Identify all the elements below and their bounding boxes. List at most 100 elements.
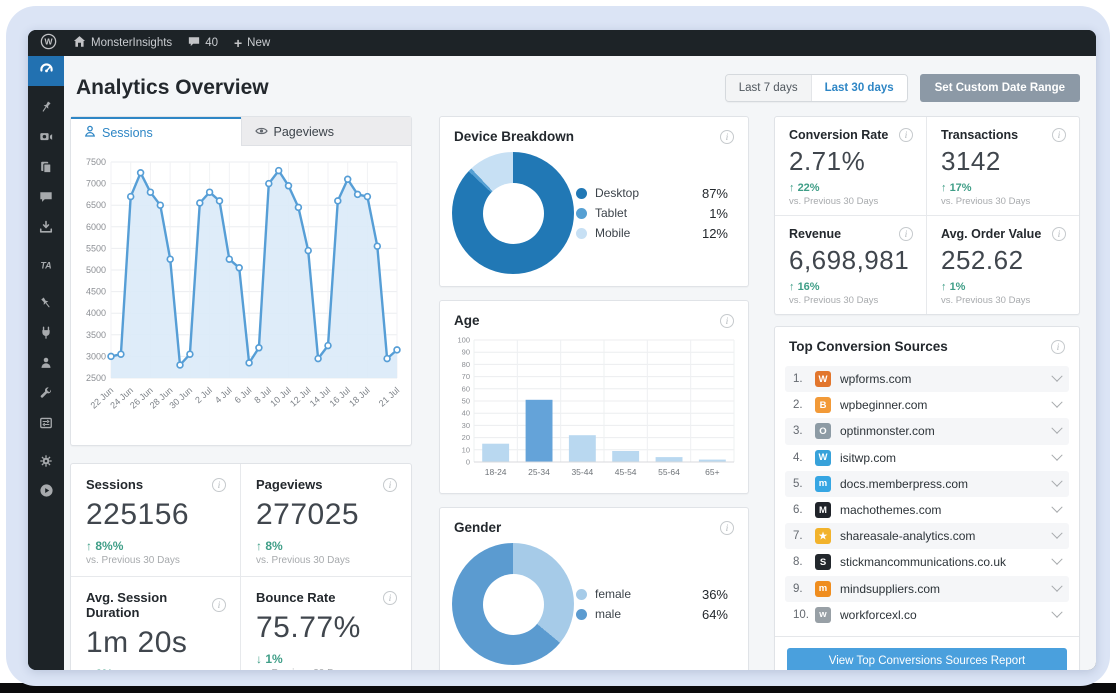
chevron-down-icon[interactable]	[1051, 422, 1063, 435]
info-icon[interactable]: i	[720, 129, 734, 144]
source-rank: 8.	[793, 556, 803, 569]
legend-dot	[576, 187, 587, 199]
svg-text:3000: 3000	[86, 351, 106, 361]
sidebar-item-ta[interactable]: TA	[28, 252, 64, 282]
legend-label: Desktop	[595, 186, 640, 200]
info-icon[interactable]: i	[1052, 128, 1066, 142]
svg-text:10 Jul: 10 Jul	[268, 385, 293, 409]
chevron-down-icon[interactable]	[1051, 580, 1063, 592]
info-icon[interactable]: i	[720, 520, 734, 535]
age-card: Age i 0 10 20 30 40 50 60 70 80 90 100 18-24 25-34 35…	[439, 300, 749, 494]
set-custom-date-range-button[interactable]: Set Custom Date Range	[919, 74, 1080, 102]
sidebar-item-media[interactable]	[28, 124, 64, 154]
kpi-delta: ↑ 8%	[256, 539, 283, 553]
svg-text:12 Jul: 12 Jul	[288, 385, 313, 409]
chevron-down-icon[interactable]	[1051, 553, 1063, 566]
info-icon[interactable]: i	[1051, 339, 1065, 354]
chevron-down-icon[interactable]	[1051, 396, 1063, 409]
site-menu[interactable]: MonsterInsights	[73, 35, 172, 51]
legend-value: 1%	[709, 205, 728, 221]
source-row[interactable]: 6. M machothemes.com	[785, 497, 1069, 523]
kpi-label: Sessions	[86, 477, 144, 492]
sidebar-item-comments[interactable]	[28, 184, 64, 214]
chevron-down-icon[interactable]	[1051, 370, 1063, 382]
source-rank: 5.	[793, 477, 803, 490]
device-donut-chart	[452, 152, 574, 274]
sources-list: 1. W wpforms.com 2. B wpbeginner.com 3. …	[785, 366, 1069, 628]
svg-text:40: 40	[462, 409, 470, 418]
source-row[interactable]: 1. W wpforms.com	[785, 366, 1069, 393]
sidebar-item-pages[interactable]	[28, 154, 64, 184]
info-icon[interactable]: i	[212, 477, 226, 492]
chevron-down-icon[interactable]	[1051, 606, 1063, 618]
source-row[interactable]: 7. ★ shareasale-analytics.com	[785, 523, 1069, 550]
chevron-down-icon[interactable]	[1051, 475, 1063, 487]
sources-footer: View Top Conversions Sources Report	[775, 635, 1079, 670]
downloads-icon	[39, 220, 53, 239]
tab-sessions[interactable]: Sessions	[71, 117, 241, 146]
info-icon[interactable]: i	[1052, 227, 1066, 241]
svg-text:4500: 4500	[86, 287, 106, 297]
kpi-delta: ↑ 16%	[789, 281, 820, 293]
last-30-days-button[interactable]: Last 30 days	[810, 75, 907, 101]
kpi-compare: vs. Previous 30 Days	[789, 295, 879, 306]
source-row[interactable]: 3. O optinmonster.com	[785, 418, 1069, 445]
source-row[interactable]: 2. B wpbeginner.com	[785, 392, 1069, 418]
view-top-conversions-report-button[interactable]: View Top Conversions Sources Report	[787, 647, 1067, 670]
content-area: Analytics Overview Last 7 days Last 30 d…	[64, 56, 1096, 670]
info-icon[interactable]: i	[212, 598, 226, 612]
chevron-down-icon[interactable]	[1051, 449, 1063, 461]
new-menu[interactable]: + New	[234, 36, 270, 50]
sidebar-item-monsterinsights[interactable]	[28, 56, 70, 86]
source-row[interactable]: 9. m mindsuppliers.com	[785, 575, 1069, 602]
svg-text:TA: TA	[40, 260, 51, 270]
sidebar-item-video[interactable]	[28, 478, 64, 508]
tools-icon	[39, 386, 53, 405]
source-row[interactable]: 4. W isitwp.com	[785, 445, 1069, 471]
info-icon[interactable]: i	[720, 313, 734, 328]
mindsuppliers-favicon: m	[815, 580, 831, 597]
sidebar-item-marketing[interactable]	[28, 290, 64, 320]
sidebar-item-users[interactable]	[28, 350, 64, 380]
chevron-down-icon[interactable]	[1051, 527, 1063, 540]
kpi-delta: ↑ 8%%	[86, 539, 124, 553]
svg-text:20: 20	[462, 433, 470, 442]
info-icon[interactable]: i	[383, 590, 397, 605]
sidebar-item-addons[interactable]	[28, 448, 64, 478]
source-row[interactable]: 8. S stickmancommunications.co.uk	[785, 549, 1069, 575]
info-icon[interactable]: i	[383, 477, 397, 492]
source-rank: 6.	[793, 504, 803, 517]
source-row[interactable]: 5. m docs.memberpress.com	[785, 470, 1069, 497]
svg-text:70: 70	[462, 372, 470, 381]
sidebar-item-tools[interactable]	[28, 380, 64, 410]
kpi-label: Revenue	[789, 227, 842, 241]
comments-menu[interactable]: 40	[188, 36, 218, 51]
card-title: Gender	[454, 520, 502, 535]
left-column: Sessions Pageviews 2500 3000 3500 4000 4500 5…	[70, 116, 412, 670]
wordpress-window: W MonsterInsights 40 + New TA Analytics …	[28, 30, 1096, 670]
sidebar-item-downloads[interactable]	[28, 214, 64, 244]
sidebar-item-settings[interactable]	[28, 410, 64, 440]
source-domain: wpforms.com	[840, 372, 912, 387]
source-row[interactable]: 10. w workforcexl.co	[785, 602, 1069, 628]
tab-pageviews[interactable]: Pageviews	[240, 117, 411, 146]
up-arrow-icon: ↑	[789, 182, 795, 194]
svg-text:2 Jul: 2 Jul	[193, 385, 214, 405]
info-icon[interactable]: i	[899, 227, 913, 241]
right-column: Conversion Rate i 2.71% ↑ 22% vs. Previou…	[774, 116, 1080, 670]
shareasale-favicon: ★	[815, 528, 831, 545]
source-rank: 10.	[793, 608, 809, 621]
kpi-compare: vs. Previous 30 Days	[941, 295, 1031, 306]
down-arrow-icon: ↓	[256, 652, 262, 666]
last-7-days-button[interactable]: Last 7 days	[725, 75, 811, 101]
sidebar-item-posts[interactable]	[28, 94, 64, 124]
wordpress-logo-icon[interactable]: W	[40, 33, 57, 53]
sidebar-item-plugins[interactable]	[28, 320, 64, 350]
svg-text:4 Jul: 4 Jul	[213, 385, 234, 405]
chevron-down-icon[interactable]	[1051, 501, 1063, 513]
kpi-card-sessions: Sessions i 225156 ↑ 8%% vs. Previous 30 D…	[71, 464, 241, 577]
info-icon[interactable]: i	[899, 128, 913, 142]
svg-text:90: 90	[462, 348, 470, 357]
legend-item: Mobile 12%	[576, 226, 728, 241]
optinmonster-favicon: O	[815, 423, 831, 440]
